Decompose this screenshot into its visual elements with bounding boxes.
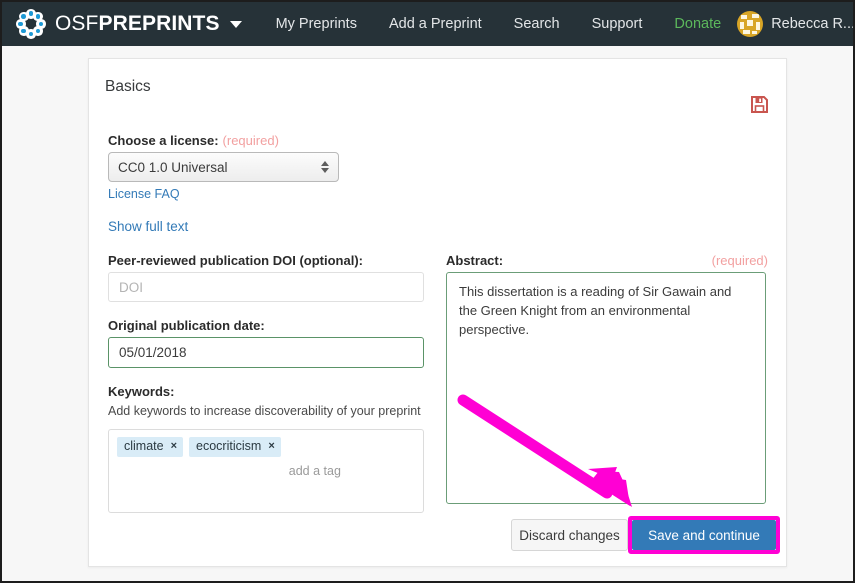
keywords-label: Keywords: (108, 384, 175, 399)
keyword-tag-label: ecocriticism (196, 439, 262, 453)
nav-add-a-preprint[interactable]: Add a Preprint (373, 16, 498, 32)
floppy-disk-save-icon[interactable] (751, 96, 768, 113)
brand-suffix: PREPRINTS (98, 12, 220, 35)
publication-date-value: 05/01/2018 (119, 345, 187, 360)
brand-prefix: OSF (55, 12, 99, 35)
osf-flower-logo-icon (16, 9, 46, 39)
save-and-continue-highlight: Save and continue (628, 516, 780, 554)
keywords-tag-input[interactable]: climate × ecocriticism × add a tag (108, 429, 424, 513)
add-tag-placeholder[interactable]: add a tag (287, 461, 343, 482)
user-menu[interactable]: Rebecca R... (737, 11, 855, 37)
save-and-continue-button[interactable]: Save and continue (632, 520, 776, 550)
abstract-label: Abstract: (446, 253, 504, 268)
license-label-text: Choose a license: (108, 133, 219, 148)
keyword-tag-label: climate (124, 439, 164, 453)
app-window: OSFPREPRINTS My Preprints Add a Preprint… (0, 0, 855, 583)
license-label: Choose a license: (required) (108, 133, 279, 148)
doi-label: Peer-reviewed publication DOI (optional)… (108, 253, 363, 268)
abstract-required-badge: (required) (711, 253, 768, 268)
keyword-tag[interactable]: climate × (117, 437, 184, 457)
brand-caret-down-icon[interactable] (229, 20, 242, 28)
license-select[interactable]: CC0 1.0 Universal (108, 152, 339, 182)
keyword-tag[interactable]: ecocriticism × (189, 437, 281, 457)
basics-form-panel: Basics Choose a license: (required) CC0 1… (88, 58, 787, 567)
nav-donate[interactable]: Donate (658, 16, 737, 32)
license-required-badge: (required) (222, 133, 279, 148)
doi-placeholder: DOI (119, 279, 144, 295)
brand-title: OSFPREPRINTS (55, 12, 220, 36)
publication-date-input[interactable]: 05/01/2018 (108, 337, 424, 368)
remove-tag-icon[interactable]: × (268, 440, 274, 452)
license-faq-link[interactable]: License FAQ (108, 187, 180, 201)
user-avatar-icon (737, 11, 764, 37)
doi-input[interactable]: DOI (108, 272, 424, 302)
page-title: Basics (105, 78, 151, 95)
brand-home-link[interactable]: OSFPREPRINTS (16, 9, 242, 39)
nav-search[interactable]: Search (498, 16, 576, 32)
keywords-helper-text: Add keywords to increase discoverability… (108, 404, 421, 418)
abstract-textarea[interactable]: This dissertation is a reading of Sir Ga… (446, 272, 766, 504)
nav-support[interactable]: Support (576, 16, 659, 32)
nav-my-preprints[interactable]: My Preprints (260, 16, 373, 32)
license-selected-value: CC0 1.0 Universal (118, 159, 228, 175)
discard-changes-button[interactable]: Discard changes (511, 519, 628, 551)
publication-date-label: Original publication date: (108, 318, 265, 333)
remove-tag-icon[interactable]: × (171, 440, 177, 452)
select-stepper-arrows-icon (321, 161, 329, 173)
top-navigation-bar: OSFPREPRINTS My Preprints Add a Preprint… (2, 2, 853, 46)
show-full-text-link[interactable]: Show full text (108, 219, 188, 234)
user-name-label: Rebecca R... (771, 16, 855, 32)
